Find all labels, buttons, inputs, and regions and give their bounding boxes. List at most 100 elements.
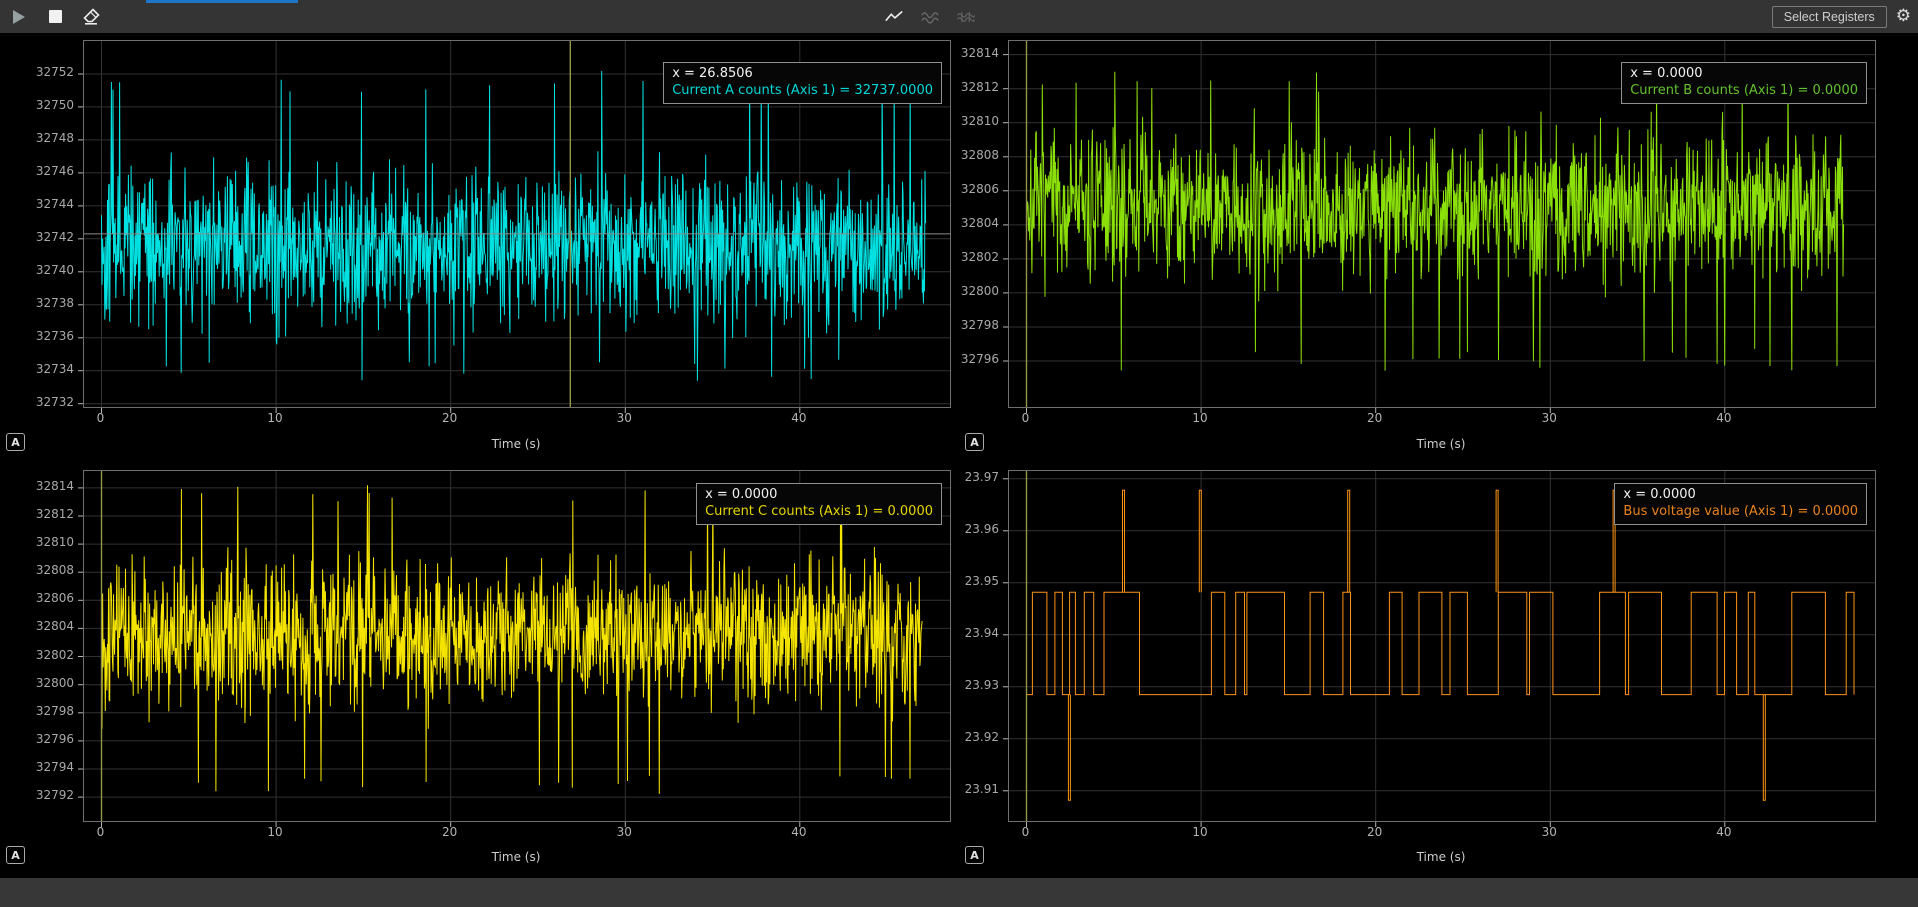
y-tick-label: 32800	[959, 284, 999, 298]
stop-button[interactable]	[45, 5, 65, 29]
y-tick-label: 32744	[0, 197, 74, 211]
cursor-readout-current-a: x = 26.8506 Current A counts (Axis 1) = …	[663, 62, 942, 104]
y-tick-label: 23.91	[959, 782, 999, 796]
y-tick-label: 32808	[959, 148, 999, 162]
toolbar: Select Registers ⚙	[0, 0, 1918, 33]
split-waves-icon	[956, 9, 976, 25]
x-axis-title: Time (s)	[1008, 437, 1874, 451]
toolbar-view-controls	[884, 0, 976, 33]
y-tick-label: 32798	[0, 704, 74, 718]
x-tick-label: 0	[1008, 825, 1042, 839]
x-tick-label: 30	[607, 411, 641, 425]
y-tick-label: 32804	[0, 619, 74, 633]
single-signal-view-button[interactable]	[884, 5, 904, 29]
x-tick-label: 40	[782, 825, 816, 839]
plot-area-bus-voltage[interactable]: x = 0.0000 Bus voltage value (Axis 1) = …	[1008, 470, 1876, 822]
x-tick-label: 20	[1358, 411, 1392, 425]
autoscale-button[interactable]: A	[6, 433, 25, 451]
y-tick-label: 32796	[0, 732, 74, 746]
x-tick-label: 40	[1707, 411, 1741, 425]
cursor-readout-bus-voltage: x = 0.0000 Bus voltage value (Axis 1) = …	[1614, 483, 1867, 525]
play-icon	[13, 10, 25, 24]
plot-panel-current-c: x = 0.0000 Current C counts (Axis 1) = 0…	[0, 470, 959, 878]
y-tick-label: 32734	[0, 362, 74, 376]
plot-area-current-a[interactable]: x = 26.8506 Current A counts (Axis 1) = …	[83, 40, 951, 408]
cursor-series-value: Current B counts (Axis 1) = 0.0000	[1630, 82, 1858, 99]
y-tick-label: 32802	[959, 250, 999, 264]
x-tick-label: 10	[1183, 411, 1217, 425]
cursor-readout-current-b: x = 0.0000 Current B counts (Axis 1) = 0…	[1621, 62, 1867, 104]
y-tick-label: 32812	[0, 507, 74, 521]
x-tick-label: 10	[258, 825, 292, 839]
erase-button[interactable]	[81, 5, 101, 29]
x-tick-label: 30	[1532, 825, 1566, 839]
autoscale-button[interactable]: A	[965, 433, 984, 451]
plot-panel-current-b: x = 0.0000 Current B counts (Axis 1) = 0…	[959, 33, 1918, 470]
x-tick-label: 30	[1532, 411, 1566, 425]
select-registers-button[interactable]: Select Registers	[1772, 6, 1887, 28]
y-tick-label: 23.94	[959, 626, 999, 640]
autoscale-button[interactable]: A	[965, 846, 984, 864]
eraser-icon	[82, 8, 100, 25]
plot-area-current-b[interactable]: x = 0.0000 Current B counts (Axis 1) = 0…	[1008, 40, 1876, 408]
x-tick-label: 10	[1183, 825, 1217, 839]
y-tick-label: 32798	[959, 318, 999, 332]
plot-panel-current-a: x = 26.8506 Current A counts (Axis 1) = …	[0, 33, 959, 470]
x-tick-label: 0	[83, 825, 117, 839]
gear-icon[interactable]: ⚙	[1896, 8, 1911, 25]
cursor-series-value: Current A counts (Axis 1) = 32737.0000	[672, 82, 933, 99]
y-tick-label: 32794	[0, 760, 74, 774]
y-tick-label: 23.93	[959, 678, 999, 692]
run-button[interactable]	[9, 5, 29, 29]
cursor-series-value: Bus voltage value (Axis 1) = 0.0000	[1623, 503, 1858, 520]
status-bar	[0, 878, 1918, 907]
stop-icon	[49, 10, 62, 23]
x-tick-label: 20	[433, 825, 467, 839]
y-tick-label: 23.97	[959, 470, 999, 484]
y-tick-label: 32814	[959, 46, 999, 60]
x-tick-label: 40	[1707, 825, 1741, 839]
stacked-signals-view-button[interactable]	[920, 5, 940, 29]
split-signals-view-button[interactable]	[956, 5, 976, 29]
cursor-x-value: x = 0.0000	[705, 486, 933, 503]
y-tick-label: 32796	[959, 352, 999, 366]
y-tick-label: 32738	[0, 296, 74, 310]
y-tick-label: 32748	[0, 131, 74, 145]
cursor-readout-current-c: x = 0.0000 Current C counts (Axis 1) = 0…	[696, 483, 942, 525]
charts-grid: x = 26.8506 Current A counts (Axis 1) = …	[0, 33, 1918, 878]
y-tick-label: 32750	[0, 98, 74, 112]
cursor-x-value: x = 26.8506	[672, 65, 933, 82]
y-tick-label: 32742	[0, 230, 74, 244]
x-tick-label: 10	[258, 411, 292, 425]
y-tick-label: 32808	[0, 563, 74, 577]
y-tick-label: 32746	[0, 164, 74, 178]
cursor-x-value: x = 0.0000	[1623, 486, 1858, 503]
x-axis-title: Time (s)	[83, 437, 949, 451]
x-axis-title: Time (s)	[1008, 850, 1874, 864]
plot-panel-bus-voltage: x = 0.0000 Bus voltage value (Axis 1) = …	[959, 470, 1918, 878]
plot-area-current-c[interactable]: x = 0.0000 Current C counts (Axis 1) = 0…	[83, 470, 951, 822]
stacked-waves-icon	[920, 9, 940, 25]
y-tick-label: 23.96	[959, 522, 999, 536]
x-tick-label: 0	[1008, 411, 1042, 425]
signal-line-icon	[884, 9, 904, 25]
y-tick-label: 32810	[959, 114, 999, 128]
x-tick-label: 30	[607, 825, 641, 839]
y-tick-label: 32736	[0, 329, 74, 343]
autoscale-button[interactable]: A	[6, 846, 25, 864]
cursor-series-value: Current C counts (Axis 1) = 0.0000	[705, 503, 933, 520]
toolbar-run-controls	[9, 0, 101, 33]
y-tick-label: 32800	[0, 676, 74, 690]
y-tick-label: 32804	[959, 216, 999, 230]
active-tab-indicator	[146, 0, 298, 3]
y-tick-label: 23.95	[959, 574, 999, 588]
y-tick-label: 23.92	[959, 730, 999, 744]
y-tick-label: 32806	[0, 591, 74, 605]
toolbar-right-controls: Select Registers ⚙	[1772, 0, 1911, 33]
y-tick-label: 32732	[0, 395, 74, 409]
y-tick-label: 32814	[0, 479, 74, 493]
y-tick-label: 32802	[0, 648, 74, 662]
cursor-x-value: x = 0.0000	[1630, 65, 1858, 82]
y-tick-label: 32792	[0, 788, 74, 802]
x-tick-label: 20	[1358, 825, 1392, 839]
